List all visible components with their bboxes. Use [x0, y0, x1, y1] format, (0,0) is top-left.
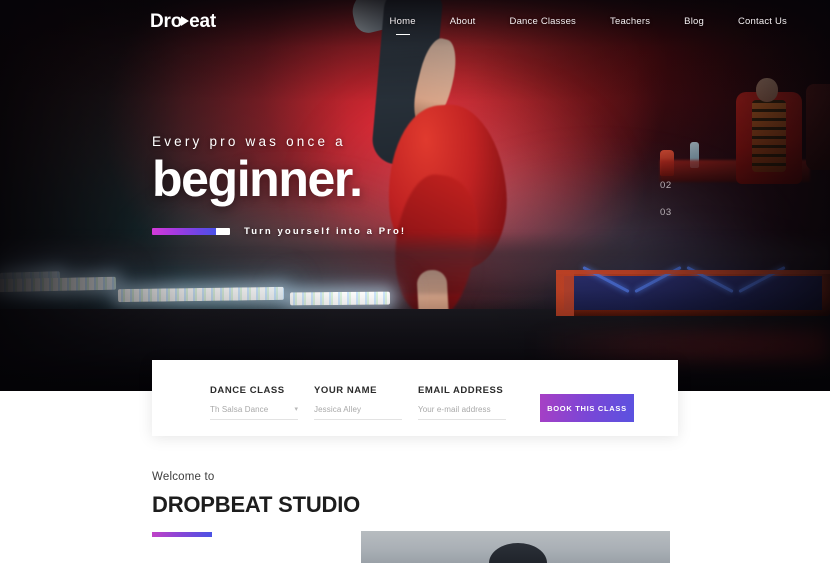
nav-links: Home About Dance Classes Teachers Blog C… — [373, 14, 804, 29]
nav-item-blog[interactable]: Blog — [667, 14, 721, 29]
value-dance-class: Th Salsa Dance — [210, 405, 269, 414]
welcome-accent-bar — [152, 532, 212, 537]
hero-vignette-overlay — [0, 0, 830, 391]
page-root: Dro eat Home About Dance Classes Teachers… — [0, 0, 830, 563]
logo-text-suffix: eat — [189, 11, 216, 32]
value-email-address: Your e-mail address — [418, 405, 491, 414]
nav-item-contact-us[interactable]: Contact Us — [721, 14, 804, 29]
hero-headline: beginner. — [152, 151, 363, 207]
hero-subtitle-row: Turn yourself into a Pro! — [152, 226, 406, 237]
nav-item-about[interactable]: About — [433, 14, 493, 29]
slider-page-02[interactable]: 02 — [660, 180, 672, 191]
logo-text-prefix: Dro — [150, 11, 183, 32]
hero-background-photo — [0, 0, 830, 391]
book-this-class-button[interactable]: BOOK THIS CLASS — [540, 394, 634, 422]
input-email-address[interactable]: Your e-mail address — [418, 405, 506, 420]
field-dance-class: DANCE CLASS Th Salsa Dance ▾ — [210, 385, 316, 420]
select-dance-class[interactable]: Th Salsa Dance ▾ — [210, 405, 298, 420]
hero-subtitle: Turn yourself into a Pro! — [244, 226, 407, 237]
nav-item-home[interactable]: Home — [373, 14, 433, 29]
booking-form-row: DANCE CLASS Th Salsa Dance ▾ YOUR NAME J… — [152, 360, 678, 422]
about-image-figure — [489, 543, 547, 563]
field-email-address: EMAIL ADDRESS Your e-mail address — [418, 385, 526, 420]
site-logo[interactable]: Dro eat — [150, 11, 216, 33]
hero-eyebrow: Every pro was once a — [152, 134, 346, 149]
top-navigation-bar: Dro eat Home About Dance Classes Teachers… — [0, 0, 830, 44]
hero-content: Every pro was once a beginner. Turn your… — [152, 134, 406, 237]
about-section-image — [361, 531, 670, 563]
play-triangle-icon — [181, 16, 190, 26]
field-your-name: YOUR NAME Jessica Alley — [314, 385, 418, 420]
label-your-name: YOUR NAME — [314, 385, 378, 396]
welcome-title: DROPBEAT STUDIO — [152, 492, 361, 517]
chevron-down-icon: ▾ — [294, 406, 298, 413]
booking-form-card: DANCE CLASS Th Salsa Dance ▾ YOUR NAME J… — [152, 360, 678, 436]
nav-item-teachers[interactable]: Teachers — [593, 14, 667, 29]
value-your-name: Jessica Alley — [314, 405, 362, 414]
input-your-name[interactable]: Jessica Alley — [314, 405, 402, 420]
welcome-eyebrow: Welcome to — [152, 471, 215, 483]
nav-item-dance-classes[interactable]: Dance Classes — [493, 14, 594, 29]
welcome-section: Welcome to DROPBEAT STUDIO — [152, 471, 360, 537]
slider-pagination: 02 03 — [660, 180, 672, 234]
label-email-address: EMAIL ADDRESS — [418, 385, 504, 396]
label-dance-class: DANCE CLASS — [210, 385, 285, 396]
hero-section: Dro eat Home About Dance Classes Teachers… — [0, 0, 830, 391]
slider-page-03[interactable]: 03 — [660, 207, 672, 218]
hero-progress-bar[interactable] — [152, 228, 230, 235]
